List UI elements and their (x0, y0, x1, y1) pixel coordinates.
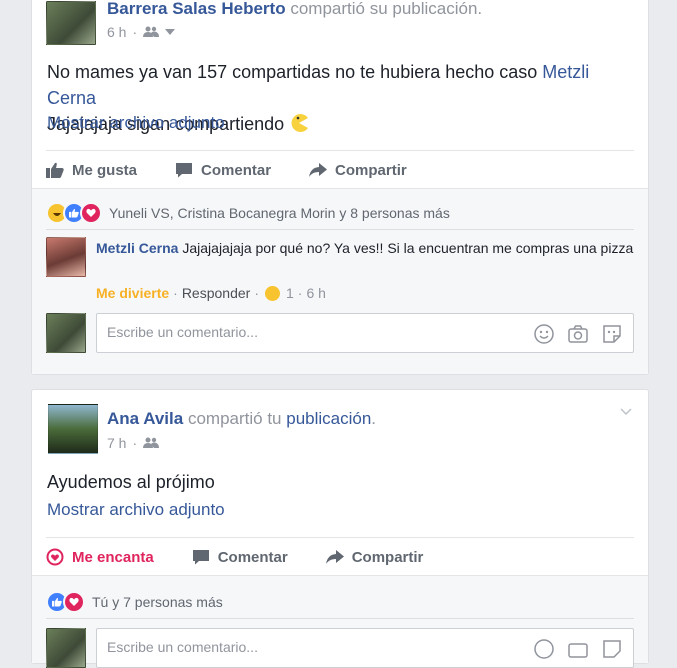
separator: · (297, 285, 303, 301)
camera-icon[interactable] (567, 638, 589, 660)
pacman-emoji-icon (291, 114, 309, 132)
post-card-2: Ana Avila compartió tu publicación. 7 h … (31, 389, 649, 668)
sticker-icon[interactable] (601, 638, 623, 660)
post-time[interactable]: 7 h (107, 435, 126, 451)
comment-label: Comentar (201, 161, 272, 179)
heart-outline-icon (46, 548, 64, 566)
friends-icon[interactable] (143, 26, 160, 38)
post-actions: Me encanta Comentar Compartir (46, 538, 634, 576)
author-name[interactable]: Barrera Salas Heberto (107, 0, 286, 18)
dot-separator: · (132, 435, 138, 451)
comment-text: Jajajajajaja por qué no? Ya ves!! Si la … (182, 240, 634, 256)
share-button[interactable]: Compartir (325, 548, 424, 566)
share-arrow-icon (309, 163, 328, 177)
action-text: compartió tu (187, 409, 282, 428)
reaction-icons (46, 591, 85, 613)
divider (46, 618, 634, 619)
friends-icon[interactable] (143, 437, 160, 449)
comment-icon (176, 163, 193, 178)
my-avatar (46, 628, 86, 668)
comment-reaction-count[interactable]: 1 (286, 285, 294, 301)
action-text: compartió su publicación. (290, 0, 483, 18)
reactions-text: Tú y 7 personas más (92, 594, 223, 610)
post-time[interactable]: 6 h (107, 24, 126, 40)
reaction-label[interactable]: Me divierte (96, 285, 169, 301)
reactions-summary[interactable]: Yuneli VS, Cristina Bocanegra Morin y 8 … (46, 202, 450, 224)
comment-button[interactable]: Comentar (192, 549, 288, 566)
audience-dropdown-icon[interactable] (165, 29, 176, 35)
post-card-1: Barrera Salas Heberto compartió su publi… (31, 0, 649, 375)
post-text-start: No mames ya van 157 compartidas no te hu… (47, 62, 543, 82)
love-button[interactable]: Me encanta (46, 548, 154, 566)
author-name[interactable]: Ana Avila (107, 409, 183, 428)
sticker-icon[interactable] (601, 323, 623, 345)
reactions-text: Yuneli VS, Cristina Bocanegra Morin y 8 … (109, 205, 450, 221)
feedback-section: Yuneli VS, Cristina Bocanegra Morin y 8 … (32, 188, 648, 374)
post-header: Ana Avila compartió tu publicación. (107, 409, 376, 429)
comment-button[interactable]: Comentar (175, 162, 271, 179)
comment-meta: Me divierte · Responder · 1 · 6 h (96, 285, 326, 301)
author-avatar[interactable] (46, 1, 96, 45)
love-label: Me encanta (72, 548, 154, 566)
like-button[interactable]: Me gusta (46, 162, 137, 179)
comment: Metzli Cerna Jajajajajaja por qué no? Ya… (96, 237, 634, 259)
reactions-summary[interactable]: Tú y 7 personas más (46, 591, 223, 613)
post-meta: 6 h · (107, 24, 176, 40)
separator: · (254, 285, 259, 301)
comment-time[interactable]: 6 h (306, 285, 325, 301)
chevron-down-icon[interactable] (620, 408, 632, 416)
like-label: Me gusta (72, 161, 138, 179)
comment-input[interactable] (105, 638, 509, 656)
comment-input[interactable] (105, 323, 509, 341)
publication-link[interactable]: publicación (286, 409, 371, 428)
post-actions: Me gusta Comentar Compartir (46, 151, 634, 189)
thumbs-up-icon (46, 162, 64, 178)
comment-box[interactable] (96, 628, 634, 668)
show-attachment-link[interactable]: Mostrar archivo adjunto (47, 500, 225, 520)
author-avatar[interactable] (48, 404, 98, 454)
commenter-avatar[interactable] (46, 237, 86, 277)
show-attachment-link[interactable]: Mostrar archivo adjunto (47, 113, 225, 133)
camera-icon[interactable] (567, 323, 589, 345)
emoji-icon[interactable] (533, 323, 555, 345)
comment-box[interactable] (96, 313, 634, 353)
love-reaction-icon (63, 591, 85, 613)
feedback-section: Tú y 7 personas más (32, 575, 648, 668)
comment-label: Comentar (217, 548, 288, 566)
reply-link[interactable]: Responder (182, 285, 251, 301)
action-end: . (371, 409, 377, 428)
haha-reaction-icon (264, 285, 280, 301)
love-reaction-icon (80, 202, 102, 224)
share-label: Compartir (351, 548, 424, 566)
share-label: Compartir (335, 161, 407, 179)
post-header: Barrera Salas Heberto compartió su publi… (107, 0, 482, 19)
emoji-icon[interactable] (533, 638, 555, 660)
share-button[interactable]: Compartir (309, 162, 407, 179)
divider (46, 229, 634, 230)
separator: · (173, 285, 178, 301)
my-avatar (46, 313, 86, 353)
post-text: Ayudemos al prójimo (47, 472, 215, 492)
comment-tools (533, 323, 623, 345)
post-meta: 7 h · (107, 435, 160, 451)
commenter-name[interactable]: Metzli Cerna (96, 240, 178, 256)
comment-icon (192, 550, 209, 565)
share-arrow-icon (325, 550, 344, 564)
comment-tools (533, 638, 623, 660)
dot-separator: · (132, 24, 138, 40)
reaction-icons (46, 202, 102, 224)
